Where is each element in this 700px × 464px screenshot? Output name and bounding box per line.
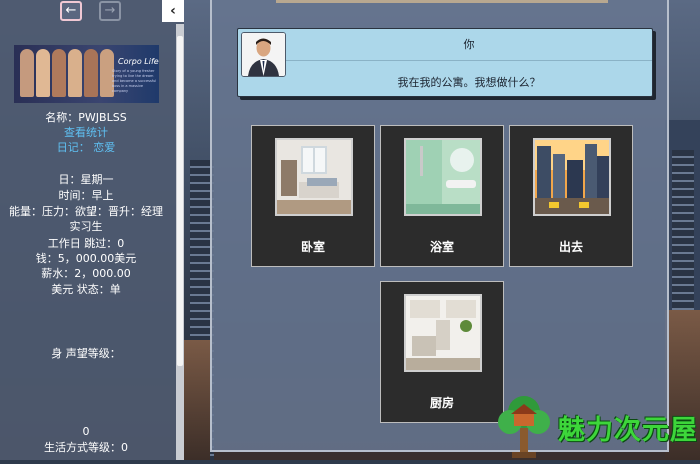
choice-go-out[interactable]: 出去 [509, 125, 633, 267]
banner-title: Corpo Life [118, 57, 159, 66]
city-street-thumbnail [533, 138, 611, 216]
reputation-level: 身 声望等级： [51, 347, 121, 360]
choice-label: 出去 [558, 240, 583, 254]
day-value: 日：星期一 [58, 173, 114, 186]
choice-label: 卧室 [300, 240, 325, 254]
speaker-name: 你 [463, 38, 475, 51]
game-banner: Corpo Life Story of a young fresher tryi… [14, 45, 159, 103]
back-button[interactable]: ← [60, 1, 82, 21]
sidebar: ← → ‹ Corpo Life Story of a young freshe… [0, 0, 184, 460]
dialog-text: 我在我的公寓。我想做什么？ [397, 76, 541, 89]
lifestyle-level: 生活方式等级：0 [44, 441, 128, 454]
arrow-right-icon: → [104, 3, 116, 18]
bedroom-thumbnail [275, 138, 353, 216]
diary-link[interactable]: 恋爱 [93, 141, 115, 154]
choice-label: 厨房 [429, 396, 454, 410]
arrow-left-icon: ← [65, 3, 77, 18]
dialog-divider [286, 60, 652, 61]
forward-button[interactable]: → [99, 1, 121, 21]
story-panel: 你 我在我的公寓。我想做什么？ 卧室 浴室 出去 厨房 [210, 0, 669, 452]
player-name: 名称：PWJBLSS [45, 111, 127, 124]
dialog-box: 你 我在我的公寓。我想做什么？ [237, 28, 653, 97]
banner-subtitle: Story of a young fresher trying to live … [112, 69, 157, 93]
reputation-value: 0 [82, 425, 90, 438]
player-avatar [241, 32, 286, 77]
diary-line: 日记： 恋爱 [0, 140, 172, 155]
salary-value: 薪水：2，000.00 [41, 267, 131, 280]
watermark-text: 魅力次元屋 [558, 415, 698, 446]
stats-link[interactable]: 查看统计 [0, 125, 172, 140]
money-value: 钱：5，000.00美元 [35, 252, 137, 265]
kitchen-thumbnail [404, 294, 482, 372]
sidebar-scroll-thumb[interactable] [177, 36, 183, 366]
workday-value: 工作日 跳过：0 [47, 237, 125, 250]
time-value: 时间：早上 [58, 189, 114, 202]
collapse-sidebar-button[interactable]: ‹ [162, 0, 184, 22]
diary-label[interactable]: 日记： [57, 141, 90, 154]
chevron-left-icon: ‹ [170, 3, 176, 19]
status-values: 能量：压力：欲望：晋升：经理 实习生 [9, 205, 163, 233]
choice-kitchen[interactable]: 厨房 [380, 281, 504, 423]
choice-label: 浴室 [429, 240, 454, 254]
previous-image-edge [276, 0, 608, 3]
relationship-status: 美元 状态：单 [51, 283, 121, 296]
watermark-logo [494, 394, 554, 460]
bathroom-thumbnail [404, 138, 482, 216]
history-nav: ← → ‹ [0, 0, 184, 24]
choice-bedroom[interactable]: 卧室 [251, 125, 375, 267]
choice-bathroom[interactable]: 浴室 [380, 125, 504, 267]
